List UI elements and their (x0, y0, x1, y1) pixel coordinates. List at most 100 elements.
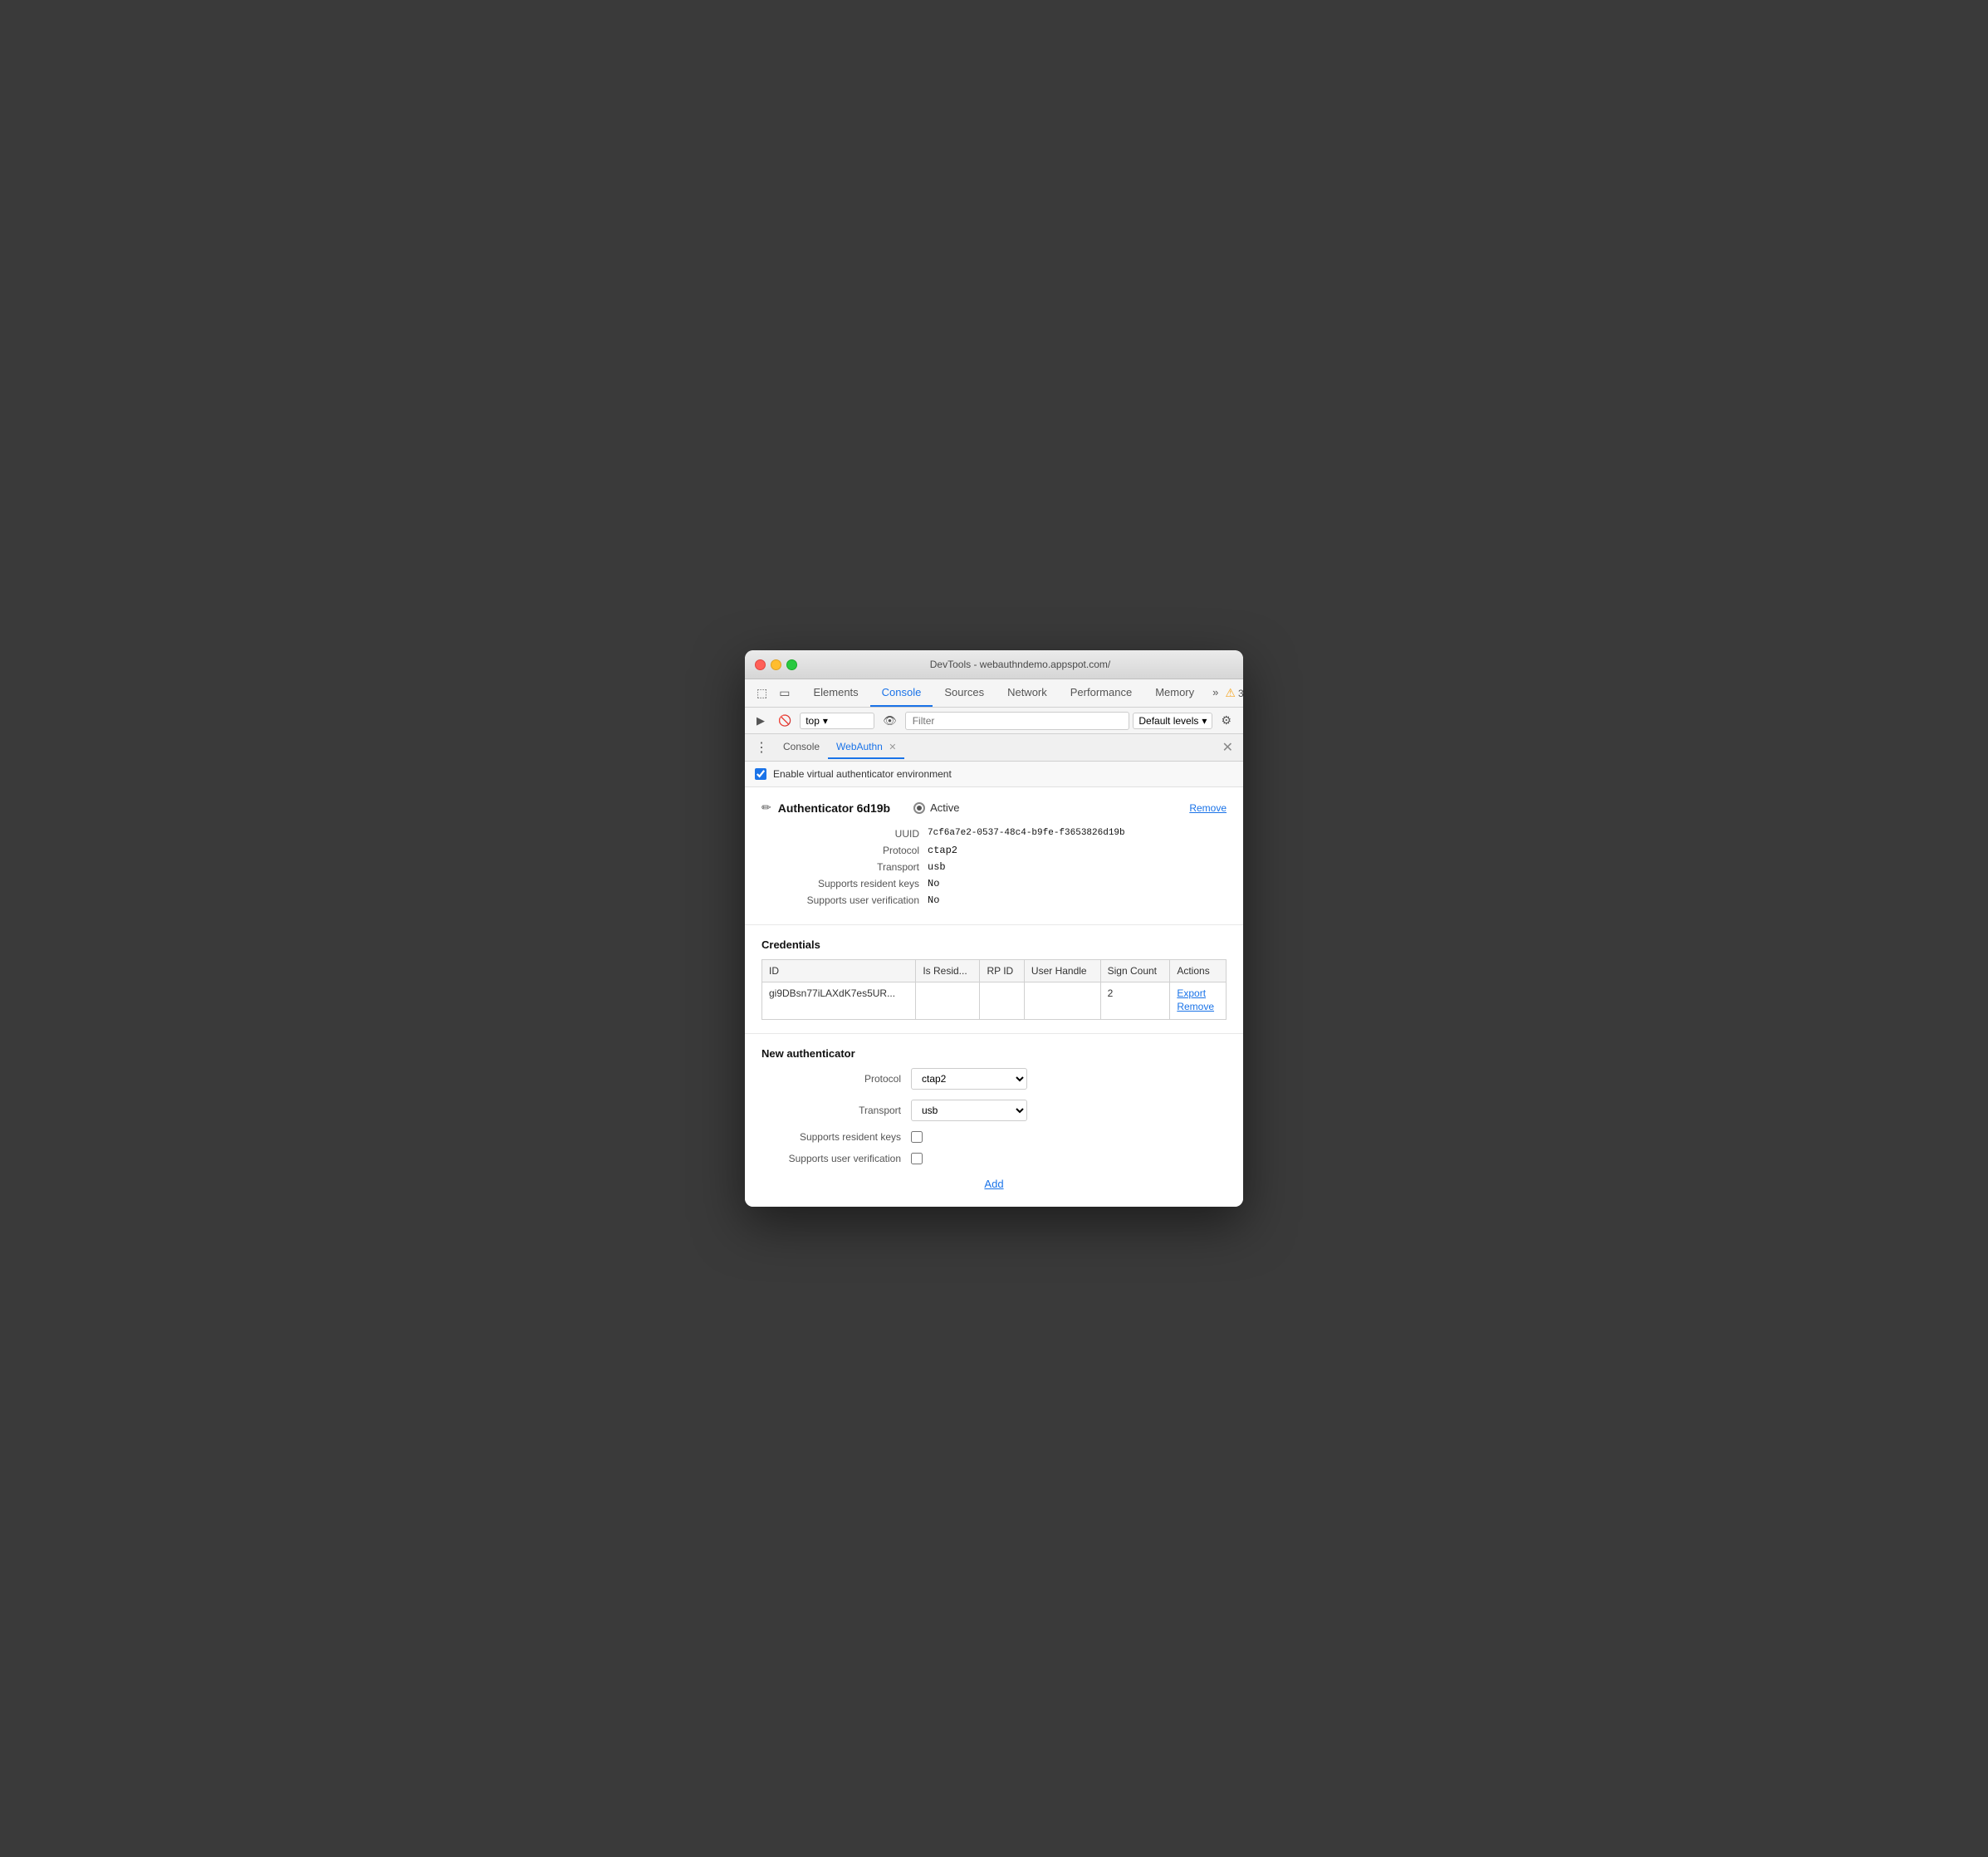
tab-webauthn-panel[interactable]: WebAuthn ✕ (828, 736, 904, 759)
active-label: Active (930, 801, 959, 814)
device-icon[interactable]: ▭ (774, 682, 795, 704)
auth-title: Authenticator 6d19b (778, 801, 890, 815)
radio-input[interactable] (913, 802, 925, 814)
minimize-button[interactable] (771, 659, 781, 670)
remove-auth-button[interactable]: Remove (1189, 802, 1227, 814)
table-row: gi9DBsn77iLAXdK7es5UR... 2 Export Remove (762, 982, 1227, 1020)
authenticator-section: ✏ Authenticator 6d19b Active Remove UUID… (745, 787, 1243, 925)
enable-label: Enable virtual authenticator environment (773, 768, 952, 780)
more-tabs-button[interactable]: » (1206, 679, 1225, 707)
new-transport-label: Transport (761, 1105, 911, 1116)
new-authenticator-section: New authenticator Protocol ctap2 u2f Tra… (745, 1034, 1243, 1207)
add-authenticator-button[interactable]: Add (977, 1174, 1010, 1193)
cred-rp-id (980, 982, 1024, 1020)
uuid-value: 7cf6a7e2-0537-48c4-b9fe-f3653826d19b (928, 828, 1125, 840)
user-verification-value: No (928, 894, 939, 906)
credentials-title: Credentials (761, 938, 1227, 951)
warning-button[interactable]: ⚠ 3 (1225, 686, 1243, 700)
tab-performance[interactable]: Performance (1059, 679, 1143, 707)
auth-header: ✏ Authenticator 6d19b Active Remove (761, 801, 1227, 815)
new-auth-title: New authenticator (761, 1047, 1227, 1060)
new-protocol-select[interactable]: ctap2 u2f (911, 1068, 1027, 1090)
protocol-value: ctap2 (928, 845, 957, 856)
tab-console-panel[interactable]: Console (775, 736, 828, 759)
warning-icon: ⚠ (1225, 686, 1236, 700)
nav-icon-group: ⬚ ▭ (752, 682, 795, 704)
execute-button[interactable]: ▶ (752, 712, 770, 730)
close-webauthn-tab[interactable]: ✕ (889, 742, 896, 752)
traffic-lights (755, 659, 797, 670)
level-label: Default levels (1138, 715, 1198, 727)
tab-console[interactable]: Console (870, 679, 933, 707)
devtools-window: DevTools - webauthndemo.appspot.com/ ⬚ ▭… (745, 650, 1243, 1207)
chevron-down-icon: ▾ (1202, 715, 1207, 727)
resident-keys-value: No (928, 878, 939, 889)
radio-dot (917, 806, 922, 811)
filter-bar: ▶ 🚫 top ▾ 👁 Default levels ▾ ⚙ (745, 708, 1243, 734)
cred-sign-count: 2 (1100, 982, 1170, 1020)
close-button[interactable] (755, 659, 766, 670)
cred-id: gi9DBsn77iLAXdK7es5UR... (762, 982, 916, 1020)
enable-bar: Enable virtual authenticator environment (745, 762, 1243, 787)
table-head: ID Is Resid... RP ID User Handle Sign Co… (762, 960, 1227, 982)
edit-icon[interactable]: ✏ (761, 801, 771, 815)
close-panel-button[interactable]: ✕ (1219, 736, 1236, 759)
col-is-resident: Is Resid... (916, 960, 980, 982)
level-selector[interactable]: Default levels ▾ (1133, 713, 1212, 729)
credentials-section: Credentials ID Is Resid... RP ID User Ha… (745, 925, 1243, 1034)
warning-count: 3 (1238, 688, 1243, 699)
tab-network[interactable]: Network (996, 679, 1059, 707)
col-id: ID (762, 960, 916, 982)
remove-credential-button[interactable]: Remove (1177, 1001, 1214, 1012)
detail-protocol: Protocol ctap2 (778, 845, 1227, 856)
resident-keys-label: Supports resident keys (778, 878, 928, 889)
eye-button[interactable]: 👁 (878, 712, 902, 730)
chevron-down-icon: ▾ (823, 715, 828, 727)
detail-resident-keys: Supports resident keys No (778, 878, 1227, 889)
panel-tabs: ⋮ Console WebAuthn ✕ ✕ (745, 734, 1243, 762)
new-transport-select[interactable]: usb nfc ble internal (911, 1100, 1027, 1121)
cursor-icon[interactable]: ⬚ (752, 682, 772, 704)
filter-settings-button[interactable]: ⚙ (1216, 711, 1236, 730)
table-body: gi9DBsn77iLAXdK7es5UR... 2 Export Remove (762, 982, 1227, 1020)
transport-label: Transport (778, 861, 928, 873)
tab-elements[interactable]: Elements (801, 679, 869, 707)
credentials-table: ID Is Resid... RP ID User Handle Sign Co… (761, 959, 1227, 1020)
col-user-handle: User Handle (1024, 960, 1100, 982)
new-user-verification-label: Supports user verification (761, 1153, 911, 1164)
col-actions: Actions (1170, 960, 1227, 982)
col-sign-count: Sign Count (1100, 960, 1170, 982)
active-badge: Active (913, 801, 959, 814)
panel-content: Enable virtual authenticator environment… (745, 762, 1243, 1207)
maximize-button[interactable] (786, 659, 797, 670)
stop-button[interactable]: 🚫 (773, 712, 796, 730)
new-resident-keys-checkbox[interactable] (911, 1131, 923, 1143)
top-navigation: ⬚ ▭ Elements Console Sources Network Per… (745, 679, 1243, 708)
tab-memory[interactable]: Memory (1143, 679, 1206, 707)
main-tabs: Elements Console Sources Network Perform… (801, 679, 1225, 707)
cred-user-handle (1024, 982, 1100, 1020)
context-value: top (805, 715, 820, 727)
table-header-row: ID Is Resid... RP ID User Handle Sign Co… (762, 960, 1227, 982)
new-transport-row: Transport usb nfc ble internal (761, 1100, 1227, 1121)
uuid-label: UUID (778, 828, 928, 840)
window-title: DevTools - webauthndemo.appspot.com/ (807, 659, 1233, 670)
user-verification-label: Supports user verification (778, 894, 928, 906)
new-resident-keys-label: Supports resident keys (761, 1131, 911, 1143)
nav-right-controls: ⚠ 3 ⚙ ⋮ (1225, 682, 1243, 705)
transport-value: usb (928, 861, 946, 873)
protocol-label: Protocol (778, 845, 928, 856)
enable-checkbox[interactable] (755, 768, 766, 780)
filter-input[interactable] (905, 712, 1130, 730)
new-protocol-label: Protocol (761, 1073, 911, 1085)
new-user-verification-checkbox[interactable] (911, 1153, 923, 1164)
panel-menu-button[interactable]: ⋮ (752, 734, 771, 761)
cred-actions: Export Remove (1170, 982, 1227, 1020)
cred-is-resident (916, 982, 980, 1020)
export-credential-button[interactable]: Export (1177, 987, 1206, 999)
auth-details: UUID 7cf6a7e2-0537-48c4-b9fe-f3653826d19… (761, 828, 1227, 906)
titlebar: DevTools - webauthndemo.appspot.com/ (745, 650, 1243, 679)
tab-sources[interactable]: Sources (933, 679, 996, 707)
context-selector[interactable]: top ▾ (800, 713, 874, 729)
new-protocol-row: Protocol ctap2 u2f (761, 1068, 1227, 1090)
